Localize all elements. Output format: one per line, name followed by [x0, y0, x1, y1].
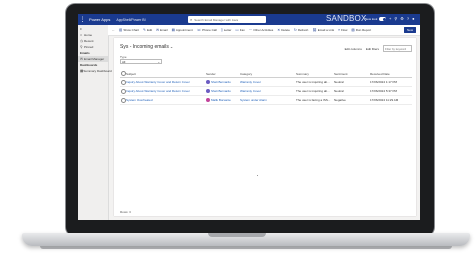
view-title[interactable]: Sys - Incoming emails⌄ [120, 44, 173, 50]
avatar [206, 80, 210, 84]
summary-cell: The user is inquiring ab... [296, 89, 330, 93]
cmd-email-link[interactable]: ⛓ Email a Link [312, 28, 334, 32]
cmd-edit[interactable]: ✎ Edit [143, 28, 152, 32]
row-checkbox[interactable] [120, 97, 126, 103]
sentiment-cell: Neutral [334, 89, 344, 93]
left-nav: ≡ ⌂ Home ◷ Recent ⚲ Pinned Emails ✉ Email Ma… [78, 25, 112, 220]
cursor-dot [257, 175, 258, 176]
chevron-down-icon: ⌄ [169, 44, 174, 49]
sentiment-cell: Neutral [334, 80, 344, 84]
received-cell: 17/06/2024 11:29 AM [370, 98, 399, 102]
view-commands: Edit columns Edit filters Filter by keyw… [345, 45, 412, 52]
laptop-foot [40, 246, 452, 249]
summary-cell: The user is facing a ISS... [296, 98, 331, 102]
subject-link[interactable]: Inquiry About Warranty Cover and Return … [126, 89, 206, 93]
filter-icon[interactable]: ⚲ [394, 16, 397, 21]
summary-cell: The user is inquiring ab... [296, 80, 330, 84]
select-all-checkbox[interactable] [120, 71, 126, 76]
cmd-letter[interactable]: ▯ Letter [221, 28, 232, 32]
col-summary[interactable]: Summary [296, 72, 334, 76]
search-placeholder: Search Email Manager with Java [194, 17, 239, 22]
received-cell: 17/06/2024 1:17 PM [370, 80, 398, 84]
cmd-show-chart[interactable]: ▥ Show Chart [119, 28, 139, 32]
table-row[interactable]: System Overheated Malik Borsante System … [120, 96, 412, 105]
hamburger-icon[interactable]: ≡ [78, 25, 108, 32]
category-link[interactable]: Warranty Cover [240, 89, 296, 93]
sender-link[interactable]: Sheli Bernardo [211, 80, 231, 84]
nav-summary-dashboard[interactable]: ▦ Summary Dashboard [78, 68, 112, 74]
subject-link[interactable]: Inquiry About Warranty Cover and Return … [126, 80, 206, 84]
list-view-panel: Sys - Incoming emails⌄ Edit columns Edit… [114, 38, 416, 216]
grid-header: Subject Sender Category Summary Sentimen… [120, 70, 412, 78]
back-icon[interactable]: ← [112, 28, 115, 32]
col-received-date[interactable]: Received Date [370, 72, 412, 76]
laptop-notch [208, 233, 266, 237]
row-count: Rows: 3 [120, 210, 131, 214]
topbar-icons: + ⚲ ⚙ ? ● [389, 16, 415, 21]
global-search-input[interactable]: ⌕ Search Email Manager with Java [188, 16, 266, 23]
row-checkbox[interactable] [120, 79, 126, 85]
received-cell: 17/06/2024 5:37 PM [370, 89, 398, 93]
new-look-toggle[interactable] [379, 17, 386, 21]
avatar [206, 98, 210, 102]
col-sentiment[interactable]: Sentiment [334, 72, 370, 76]
new-button[interactable]: New [404, 27, 416, 33]
category-link[interactable]: System under Alarm [240, 98, 296, 102]
sender-link[interactable]: Sheli Bernardo [211, 89, 231, 93]
command-bar: ← ▥ Show Chart ✎ Edit ✉ Email ▤ Appointment … [108, 25, 420, 36]
email-grid: Subject Sender Category Summary Sentimen… [120, 70, 412, 105]
category-link[interactable]: Warranty Cover [240, 80, 296, 84]
sentiment-cell: Negative [334, 98, 346, 102]
edit-columns-button[interactable]: Edit columns [345, 47, 362, 51]
cmd-delete[interactable]: ✕ Delete [277, 28, 290, 32]
brand-label: Power Apps [89, 17, 111, 22]
col-sender[interactable]: Sender [206, 72, 240, 76]
edit-filters-button[interactable]: Edit filters [366, 47, 379, 51]
cmd-refresh[interactable]: ↻ Refresh [294, 28, 308, 32]
environment-label: SANDBOX [326, 14, 367, 23]
search-icon: ⌕ [190, 17, 193, 22]
help-icon[interactable]: ? [407, 16, 409, 21]
cmd-appointment[interactable]: ▤ Appointment [172, 28, 193, 32]
add-icon[interactable]: + [389, 16, 391, 21]
chevron-down-icon: ⌄ [157, 59, 160, 64]
col-subject[interactable]: Subject [126, 72, 206, 76]
subject-link[interactable]: System Overheated [126, 98, 206, 102]
type-select[interactable]: All ⌄ [120, 59, 162, 64]
avatar[interactable]: ● [412, 16, 414, 21]
cmd-other-activities[interactable]: ⋯ Other Activities [249, 28, 274, 32]
app-name: AppShell/Power BI [116, 17, 146, 22]
new-look-label: New look [365, 17, 378, 21]
row-checkbox[interactable] [120, 88, 126, 94]
cmd-email[interactable]: ✉ Email [156, 28, 167, 32]
col-category[interactable]: Category [240, 72, 296, 76]
sender-link[interactable]: Malik Borsante [211, 98, 231, 102]
app-window: ⋮ Power Apps AppShell/Power BI ⌕ Search … [78, 14, 420, 220]
settings-icon[interactable]: ⚙ [400, 16, 404, 21]
keyword-filter-input[interactable]: Filter by keyword [383, 45, 412, 52]
app-launcher-icon[interactable]: ⋮ [78, 14, 87, 25]
avatar [206, 89, 210, 93]
table-row[interactable]: Inquiry About Warranty Cover and Return … [120, 78, 412, 87]
table-row[interactable]: Inquiry About Warranty Cover and Return … [120, 87, 412, 96]
top-app-bar: ⋮ Power Apps AppShell/Power BI ⌕ Search … [78, 14, 420, 25]
cmd-flow[interactable]: » Flow [338, 28, 347, 32]
cmd-fax[interactable]: ▭ Fax [235, 28, 244, 32]
cmd-run-report[interactable]: ▧ Run Report [351, 28, 371, 32]
cmd-phone-call[interactable]: ☏ Phone Call [197, 28, 217, 32]
